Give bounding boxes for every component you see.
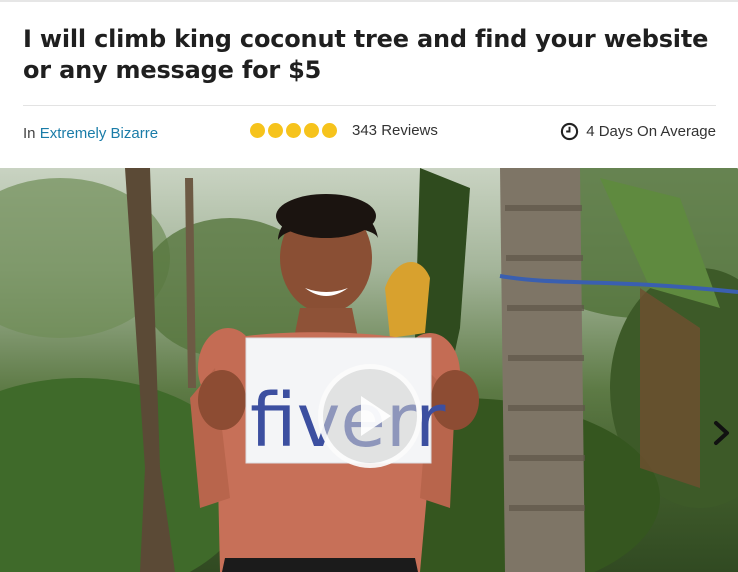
rating[interactable]: 343 Reviews: [250, 122, 438, 139]
clock-icon: [561, 122, 579, 141]
category-prefix: In: [23, 125, 36, 142]
reviews-count[interactable]: 343 Reviews: [352, 122, 438, 139]
star-icon: [268, 123, 283, 138]
gig-title: I will climb king coconut tree and find …: [23, 25, 709, 84]
category: In Extremely Bizarre: [23, 125, 158, 142]
gig-video[interactable]: fiverr: [0, 168, 738, 572]
chevron-right-icon[interactable]: [710, 418, 734, 448]
play-icon: [361, 396, 391, 436]
top-border: [0, 0, 738, 2]
star-icon: [286, 123, 301, 138]
title-divider: [23, 105, 716, 106]
star-icon: [322, 123, 337, 138]
delivery-time: 4 Days On Average: [560, 122, 716, 141]
play-button[interactable]: [318, 364, 422, 468]
gig-meta-row: In Extremely Bizarre 343 Reviews 4 Days …: [23, 118, 716, 150]
star-icon: [250, 123, 265, 138]
delivery-label: 4 Days On Average: [586, 123, 716, 140]
star-icon: [304, 123, 319, 138]
rating-stars: [250, 123, 337, 138]
category-link[interactable]: Extremely Bizarre: [40, 125, 158, 142]
